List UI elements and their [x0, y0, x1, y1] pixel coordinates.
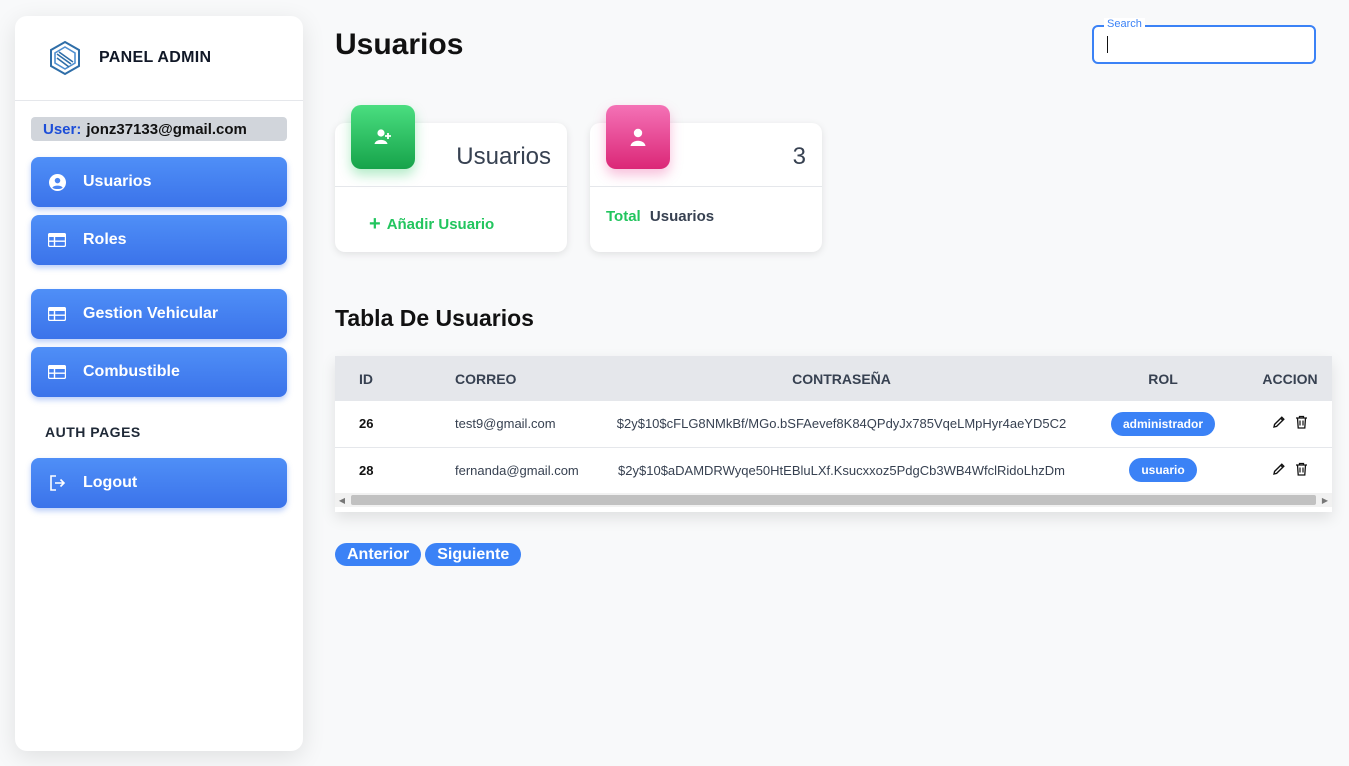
col-header-rol: ROL — [1148, 370, 1178, 387]
scroll-right-icon[interactable]: ▶ — [1318, 493, 1332, 507]
table-icon — [48, 363, 66, 381]
card-value: Usuarios — [456, 143, 551, 170]
sidebar-item-usuarios[interactable]: Usuarios — [31, 157, 287, 207]
pagination: Anterior Siguiente — [335, 543, 522, 566]
col-header-accion: ACCION — [1262, 370, 1318, 387]
col-header-id: ID — [359, 370, 373, 387]
cell-id: 28 — [359, 462, 374, 478]
plus-icon: + — [369, 213, 381, 235]
col-header-contrasena: CONTRASEÑA — [792, 370, 891, 387]
logout-label: Logout — [83, 474, 138, 491]
role-badge: administrador — [1110, 411, 1215, 436]
user-circle-icon — [48, 173, 66, 191]
card-total-usuarios: 3 Total Usuarios — [590, 105, 822, 252]
table-icon — [48, 231, 66, 249]
card-value: 3 — [792, 143, 806, 170]
sidebar-item-combustible[interactable]: Combustible — [31, 347, 287, 397]
cell-password: $2y$10$cFLG8NMkBf/MGo.bSFAevef8K84QPdyJx… — [616, 416, 1067, 432]
cell-actions — [1248, 447, 1332, 493]
page-title: Usuarios — [335, 28, 464, 61]
cell-correo: fernanda@gmail.com — [455, 462, 579, 478]
text-caret — [1107, 36, 1108, 53]
user-plus-icon — [351, 105, 415, 169]
cell-rol: administrador — [1078, 401, 1248, 447]
cell-password: $2y$10$aDAMDRWyqe50HtEBluLXf.Ksucxxoz5Pd… — [618, 462, 1065, 478]
table-header-row: ID CORREO CONTRASEÑA ROL ACCION — [335, 356, 1332, 401]
card-divider — [335, 186, 567, 187]
add-user-button[interactable]: + Añadir Usuario — [369, 214, 494, 234]
cell-correo: test9@gmail.com — [455, 416, 556, 432]
table-row: 26 test9@gmail.com $2y$10$cFLG8NMkBf/MGo… — [335, 401, 1332, 447]
card-divider — [590, 186, 822, 187]
sidebar: PANEL ADMIN User: jonz37133@gmail.com Us… — [15, 16, 303, 751]
search-input[interactable] — [1094, 27, 1314, 62]
col-header-correo: CORREO — [455, 370, 517, 387]
card-usuarios: Usuarios + Añadir Usuario — [335, 105, 567, 252]
user-icon — [606, 105, 670, 169]
table-icon — [48, 305, 66, 323]
sidebar-item-roles[interactable]: Roles — [31, 215, 287, 265]
next-page-button[interactable]: Siguiente — [425, 543, 522, 566]
prev-page-button[interactable]: Anterior — [335, 543, 422, 566]
sidebar-item-label: Gestion Vehicular — [83, 305, 219, 322]
search-field[interactable]: Search — [1092, 18, 1316, 64]
users-table: ID CORREO CONTRASEÑA ROL ACCION 26 test9… — [335, 356, 1332, 512]
edit-icon[interactable] — [1272, 415, 1286, 429]
total-label: Total — [606, 208, 641, 225]
horizontal-scrollbar[interactable]: ◀ ▶ — [335, 493, 1332, 507]
user-label: User: — [43, 120, 82, 138]
sidebar-item-label: Roles — [83, 231, 127, 248]
role-badge: usuario — [1129, 458, 1197, 482]
cell-actions — [1248, 401, 1332, 447]
user-email: jonz37133@gmail.com — [86, 120, 247, 138]
user-chip: User: jonz37133@gmail.com — [31, 117, 287, 141]
table-title: Tabla De Usuarios — [335, 305, 534, 331]
logout-icon — [48, 474, 66, 492]
logo-icon — [50, 40, 80, 76]
section-label-auth: AUTH PAGES — [45, 424, 141, 440]
brand[interactable]: PANEL ADMIN — [15, 16, 303, 101]
brand-title: PANEL ADMIN — [99, 49, 212, 66]
sidebar-item-gestion-vehicular[interactable]: Gestion Vehicular — [31, 289, 287, 339]
card-footer: Total Usuarios — [606, 208, 714, 225]
cell-id: 26 — [359, 416, 374, 432]
cell-rol: usuario — [1078, 447, 1248, 493]
scroll-left-icon[interactable]: ◀ — [335, 493, 349, 507]
table-row: 28 fernanda@gmail.com $2y$10$aDAMDRWyqe5… — [335, 447, 1332, 493]
sidebar-item-label: Usuarios — [83, 173, 152, 190]
search-label: Search — [1104, 18, 1145, 30]
delete-icon[interactable] — [1295, 415, 1308, 429]
sidebar-item-label: Combustible — [83, 363, 180, 380]
delete-icon[interactable] — [1295, 462, 1308, 476]
total-text: Usuarios — [649, 208, 715, 225]
logout-button[interactable]: Logout — [31, 458, 287, 508]
edit-icon[interactable] — [1272, 462, 1286, 476]
scroll-thumb[interactable] — [351, 495, 1316, 505]
add-user-label: Añadir Usuario — [386, 215, 495, 233]
